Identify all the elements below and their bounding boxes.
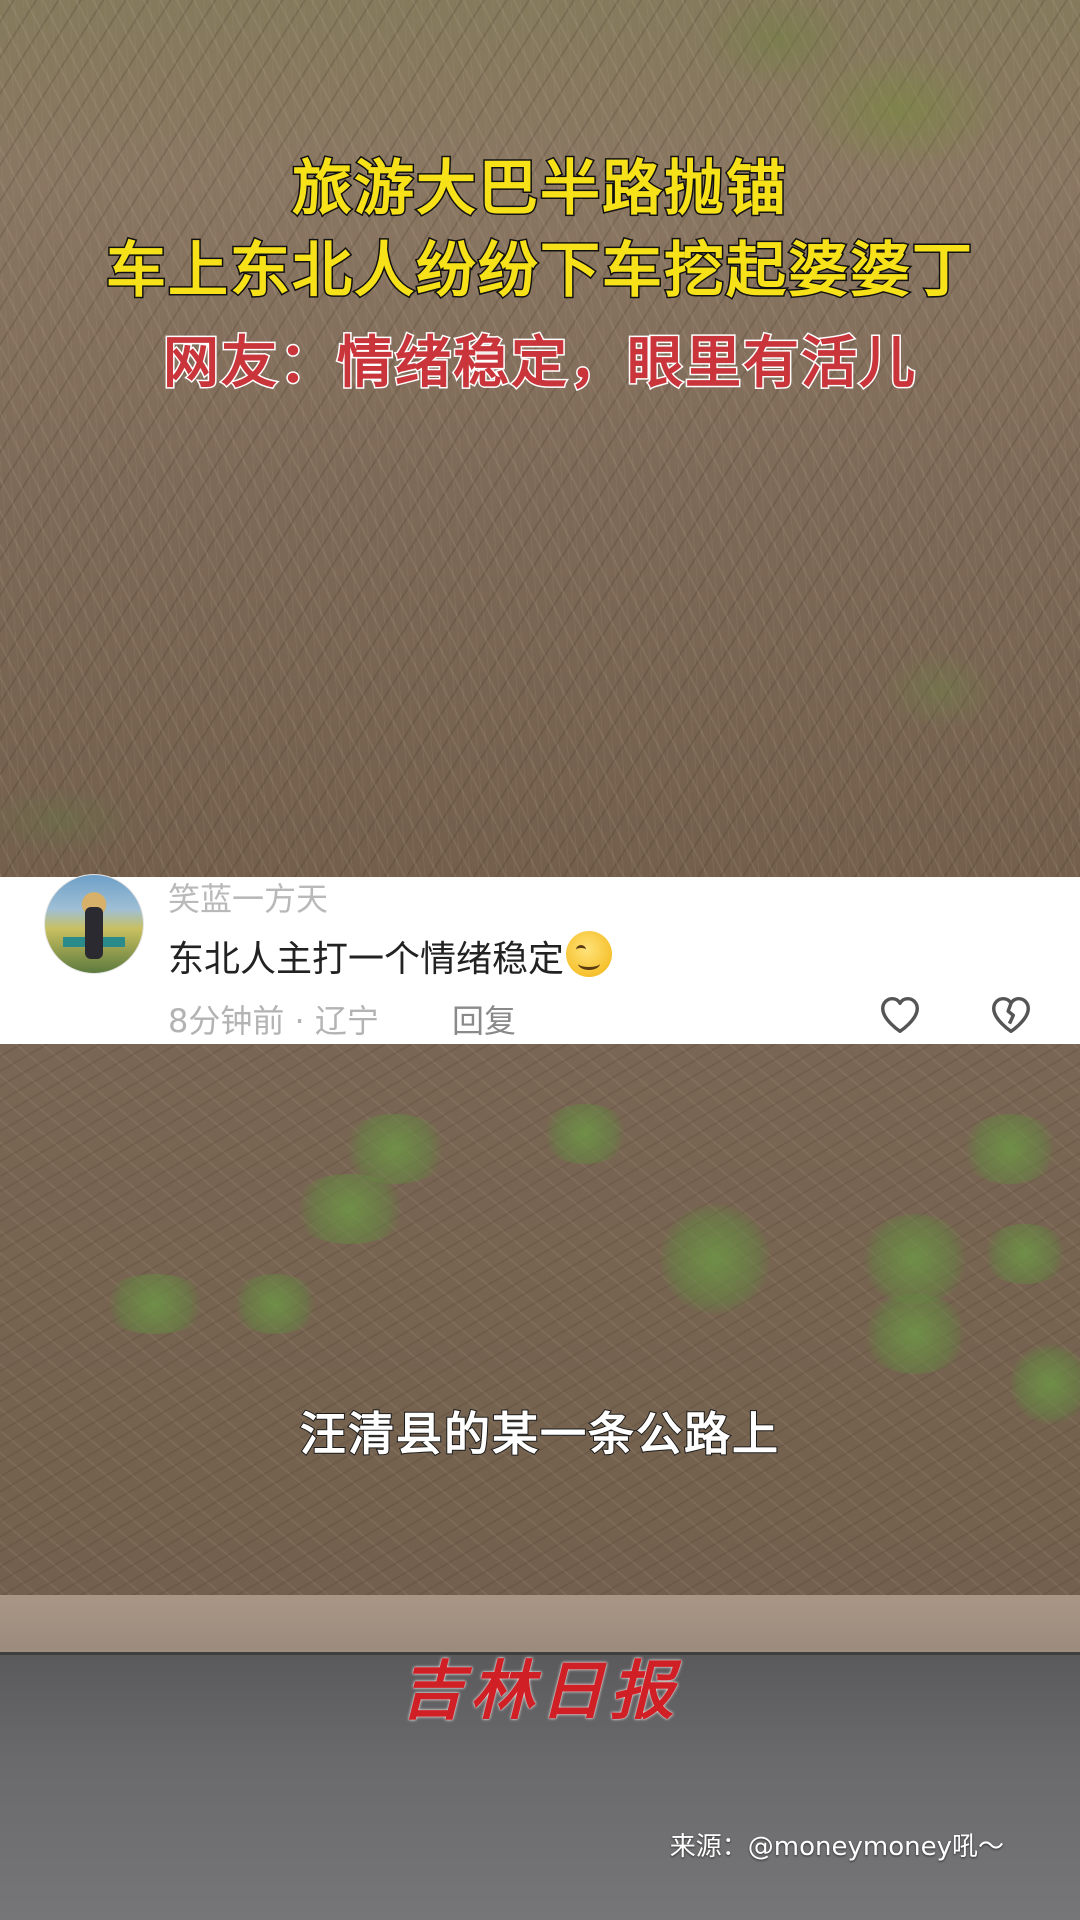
grass-patch [960, 1114, 1060, 1184]
jilin-daily-logo: 吉林日报 [400, 1654, 680, 1729]
reply-button[interactable]: 回复 [452, 996, 516, 1042]
avatar[interactable] [44, 874, 144, 974]
comment-username[interactable]: 笑蓝一方天 [168, 874, 328, 920]
headline-line-3: 网友：情绪稳定，眼里有活儿 [162, 330, 917, 398]
comment-text: 东北人主打一个情绪稳定 [168, 930, 613, 982]
video-frame-upper [0, 0, 1080, 877]
grass-patch [860, 1294, 970, 1374]
grass-patch [660, 1204, 770, 1314]
comment-time-location: 8分钟前 · 辽宁 [168, 1002, 379, 1040]
headline-line-1: 旅游大巴半路抛锚 [291, 153, 788, 226]
comment-text-body: 东北人主打一个情绪稳定 [168, 939, 565, 980]
headline-line-2: 车上东北人纷纷下车挖起婆婆丁 [105, 235, 974, 308]
grinning-face-icon [566, 931, 613, 977]
video-subtitle: 汪清县的某一条公路上 [299, 1406, 780, 1462]
grass-patch [100, 1274, 210, 1334]
grass-patch [980, 1224, 1070, 1284]
broken-heart-icon[interactable] [988, 992, 1034, 1038]
grass-patch [230, 1274, 320, 1334]
grass-patch [290, 1174, 410, 1244]
grass-patch [860, 1214, 970, 1304]
avatar-figure [85, 907, 103, 959]
grass-patch [540, 1104, 630, 1164]
source-credit: 来源：@moneymoney吼～ [669, 1832, 1004, 1862]
heart-icon[interactable] [877, 992, 923, 1038]
